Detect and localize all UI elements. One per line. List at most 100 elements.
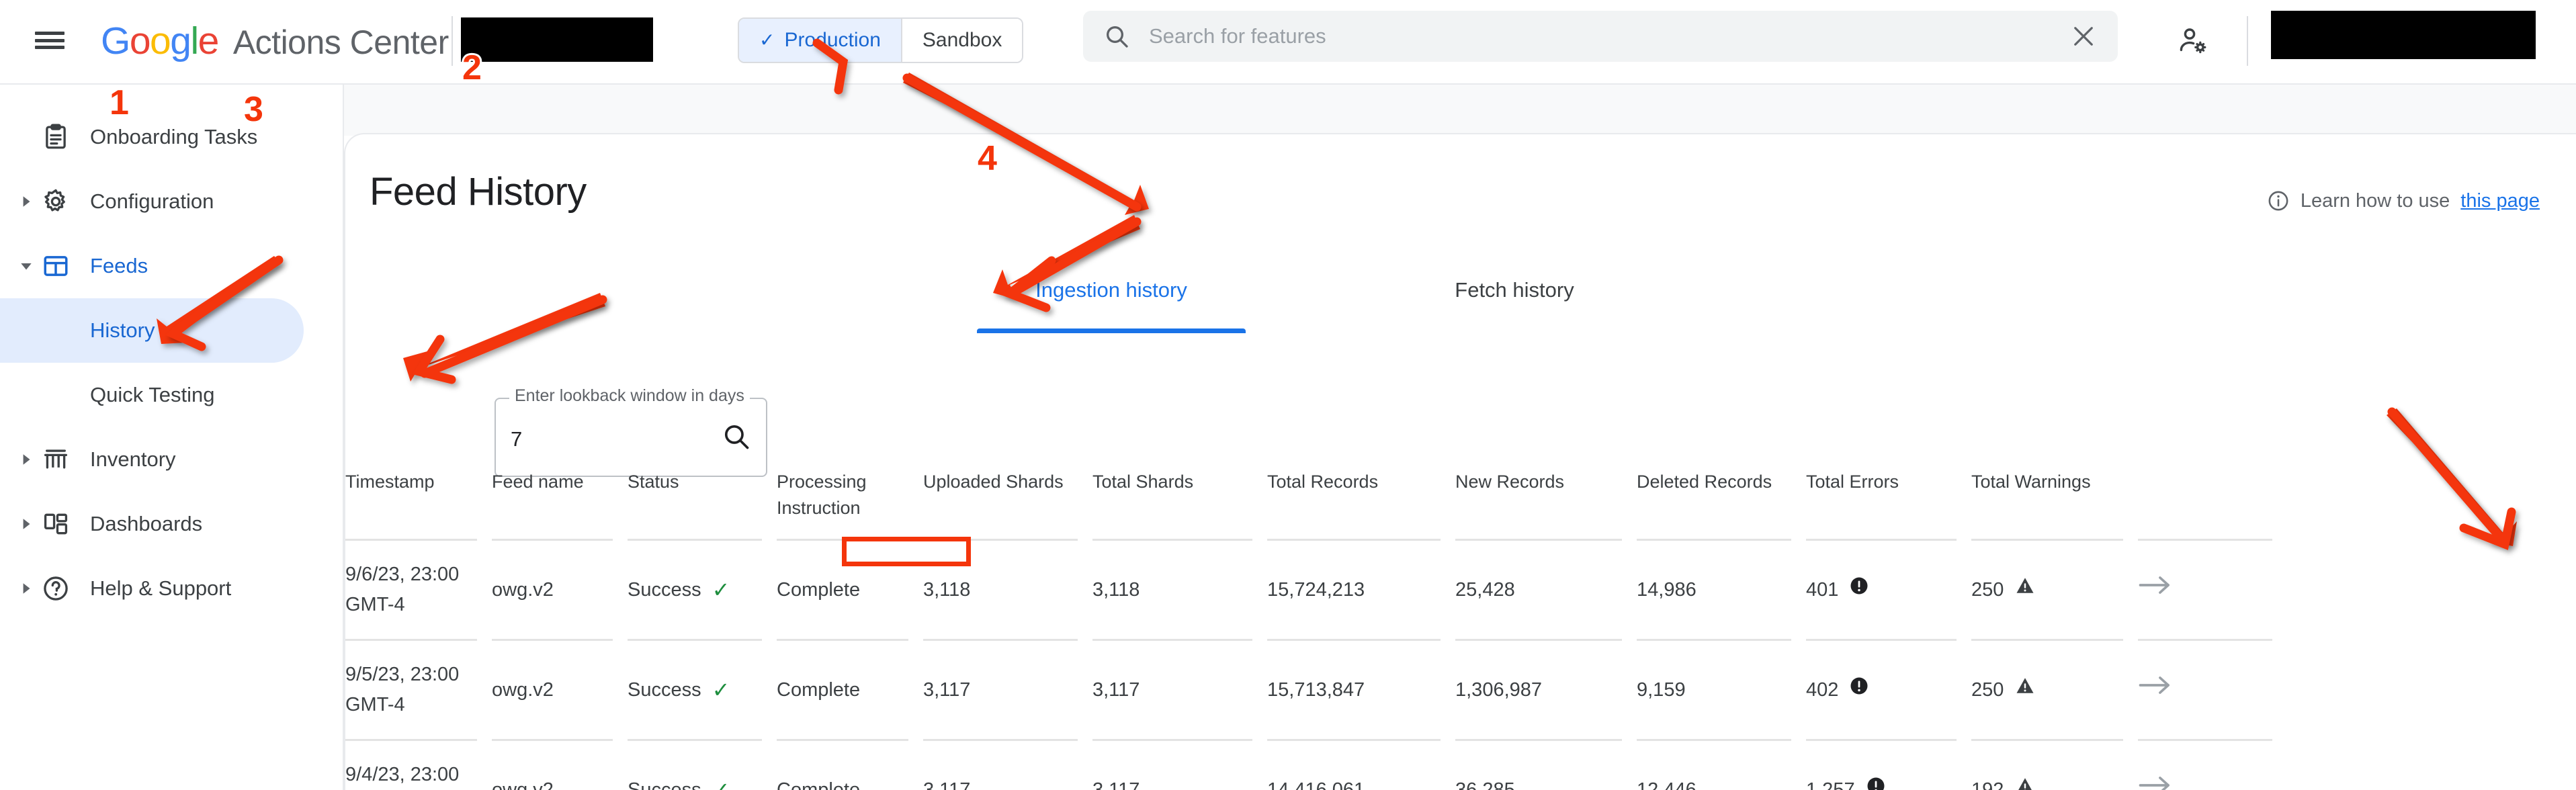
this-page-link[interactable]: this page [2460,190,2540,212]
search-icon [1103,23,1130,50]
cell-total-warnings: 250 [1971,541,2123,642]
table-row[interactable]: 9/6/23, 23:00 GMT-4 owg.v2 Success ✓ Complet… [345,541,2576,642]
account-redacted-block [461,17,653,62]
check-icon: ✓ [759,30,775,50]
person-gear-icon[interactable] [2177,26,2209,58]
learn-text: Learn how to use [2300,189,2450,212]
chevron-down-icon[interactable] [19,259,34,273]
sidebar-item-history[interactable]: History [0,298,304,363]
sidebar-item-quick-testing[interactable]: Quick Testing [0,363,304,427]
sandbox-label: Sandbox [922,29,1002,51]
info-icon [2267,189,2290,212]
error-icon [1849,575,1869,605]
cell-deleted-records: 14,986 [1637,541,1791,642]
sidebar-item-feeds[interactable]: Feeds [0,234,304,298]
cell-deleted-records: 9,159 [1637,641,1791,742]
check-icon: ✓ [712,777,730,790]
arrow-right-icon[interactable] [2138,772,2173,790]
clipboard-icon [42,123,70,151]
column-header-total-records[interactable]: Total Records [1267,449,1441,541]
close-icon[interactable] [2069,22,2098,50]
history-tabs: Ingestion history Fetch history [345,275,2576,333]
header-divider-left [452,16,453,66]
column-header-timestamp[interactable]: Timestamp [345,449,477,541]
cell-new-records: 1,306,987 [1455,641,1622,742]
row-detail-arrow-button[interactable] [2138,541,2272,642]
tab-fetch-history[interactable]: Fetch history [1380,275,1649,333]
warning-icon [2014,675,2036,705]
cell-timestamp: 9/6/23, 23:00 GMT-4 [345,541,477,642]
lookback-input[interactable] [511,427,699,451]
sidebar-item-onboarding-tasks[interactable]: Onboarding Tasks [0,105,304,169]
cell-new-records: 25,428 [1455,541,1622,642]
cell-new-records: 36,285 [1455,741,1622,790]
cell-status: Success ✓ [628,541,762,642]
sandbox-toggle-button[interactable]: Sandbox [902,19,1023,62]
cell-total-errors: 1,257 [1806,741,1957,790]
cell-total-shards: 3,117 [1092,641,1252,742]
ingestion-history-table: Timestamp Feed name Status Processing In… [345,449,2576,790]
table-header-row: Timestamp Feed name Status Processing In… [345,449,2576,541]
column-header-total-shards[interactable]: Total Shards [1092,449,1252,541]
search-icon[interactable] [722,422,751,451]
arrow-right-icon[interactable] [2138,672,2173,708]
cell-deleted-records: 12,446 [1637,741,1791,790]
cell-status: Success ✓ [628,641,762,742]
column-header-deleted-records[interactable]: Deleted Records [1637,449,1791,541]
chevron-right-icon[interactable] [19,581,34,596]
column-header-processing-instruction[interactable]: Processing Instruction [777,449,908,541]
column-header-uploaded-shards[interactable]: Uploaded Shards [923,449,1078,541]
lookback-legend: Enter lookback window in days [509,386,750,406]
environment-toggle[interactable]: ✓ Production Sandbox [738,17,1024,63]
cell-total-records: 15,713,847 [1267,641,1441,742]
cell-status: Success ✓ [628,741,762,790]
page-title: Feed History [370,170,587,214]
highlight-box-errors-warnings [842,537,971,566]
chevron-right-icon[interactable] [19,452,34,467]
sidebar-item-label: Help & Support [90,576,232,600]
chevron-right-icon[interactable] [19,517,34,531]
hamburger-menu-icon[interactable] [35,27,65,54]
sidebar-item-inventory[interactable]: Inventory [0,427,304,492]
column-header-total-warnings[interactable]: Total Warnings [1971,449,2123,541]
sidebar-item-configuration[interactable]: Configuration [0,169,304,234]
cell-total-warnings: 250 [1971,641,2123,742]
arrow-right-icon[interactable] [2138,572,2173,608]
dashboard-icon [42,510,70,538]
sidebar-nav: Onboarding Tasks Configuration Feeds His… [0,85,343,790]
feeds-grid-icon [42,252,70,280]
top-app-bar: Google Actions Center ✓ Production Sandb… [0,0,2576,83]
cell-uploaded-shards: 3,117 [923,641,1078,742]
search-input[interactable] [1149,24,2051,48]
sidebar-item-dashboards[interactable]: Dashboards [0,492,304,556]
cell-feed-name: owg.v2 [492,541,613,642]
content-backdrop [344,85,2576,136]
column-header-feed-name[interactable]: Feed name [492,449,613,541]
sidebar-item-label: Quick Testing [90,383,215,406]
sidebar-item-label: Dashboards [90,512,203,535]
feature-search-bar[interactable] [1083,11,2118,62]
table-row[interactable]: 9/4/23, 23:00 GMT-4 owg.v2 Success✓ Complet… [345,741,2576,790]
production-toggle-button[interactable]: ✓ Production [739,19,901,62]
warning-icon [2014,575,2036,605]
cell-timestamp: 9/5/23, 23:00 GMT-4 [345,641,477,742]
cell-total-errors: 401 [1806,541,1957,642]
chevron-right-icon[interactable] [19,194,34,209]
cell-total-records: 15,724,213 [1267,541,1441,642]
column-header-total-errors[interactable]: Total Errors [1806,449,1957,541]
sidebar-item-help-and-support[interactable]: Help & Support [0,556,304,621]
tab-ingestion-history[interactable]: Ingestion history [977,275,1246,333]
cell-total-errors: 402 [1806,641,1957,742]
warning-icon [2014,775,2036,790]
cell-timestamp: 9/4/23, 23:00 GMT-4 [345,741,477,790]
error-icon [1866,775,1886,790]
gear-icon [42,187,70,216]
column-header-new-records[interactable]: New Records [1455,449,1622,541]
row-detail-arrow-button[interactable] [2138,741,2272,790]
table-row[interactable]: 9/5/23, 23:00 GMT-4 owg.v2 Success ✓ Complet… [345,641,2576,742]
cell-processing-instruction: Complete [777,641,908,742]
cell-total-warnings: 192 [1971,741,2123,790]
row-detail-arrow-button[interactable] [2138,641,2272,742]
sidebar-item-label: History [90,318,155,342]
column-header-status[interactable]: Status [628,449,762,541]
